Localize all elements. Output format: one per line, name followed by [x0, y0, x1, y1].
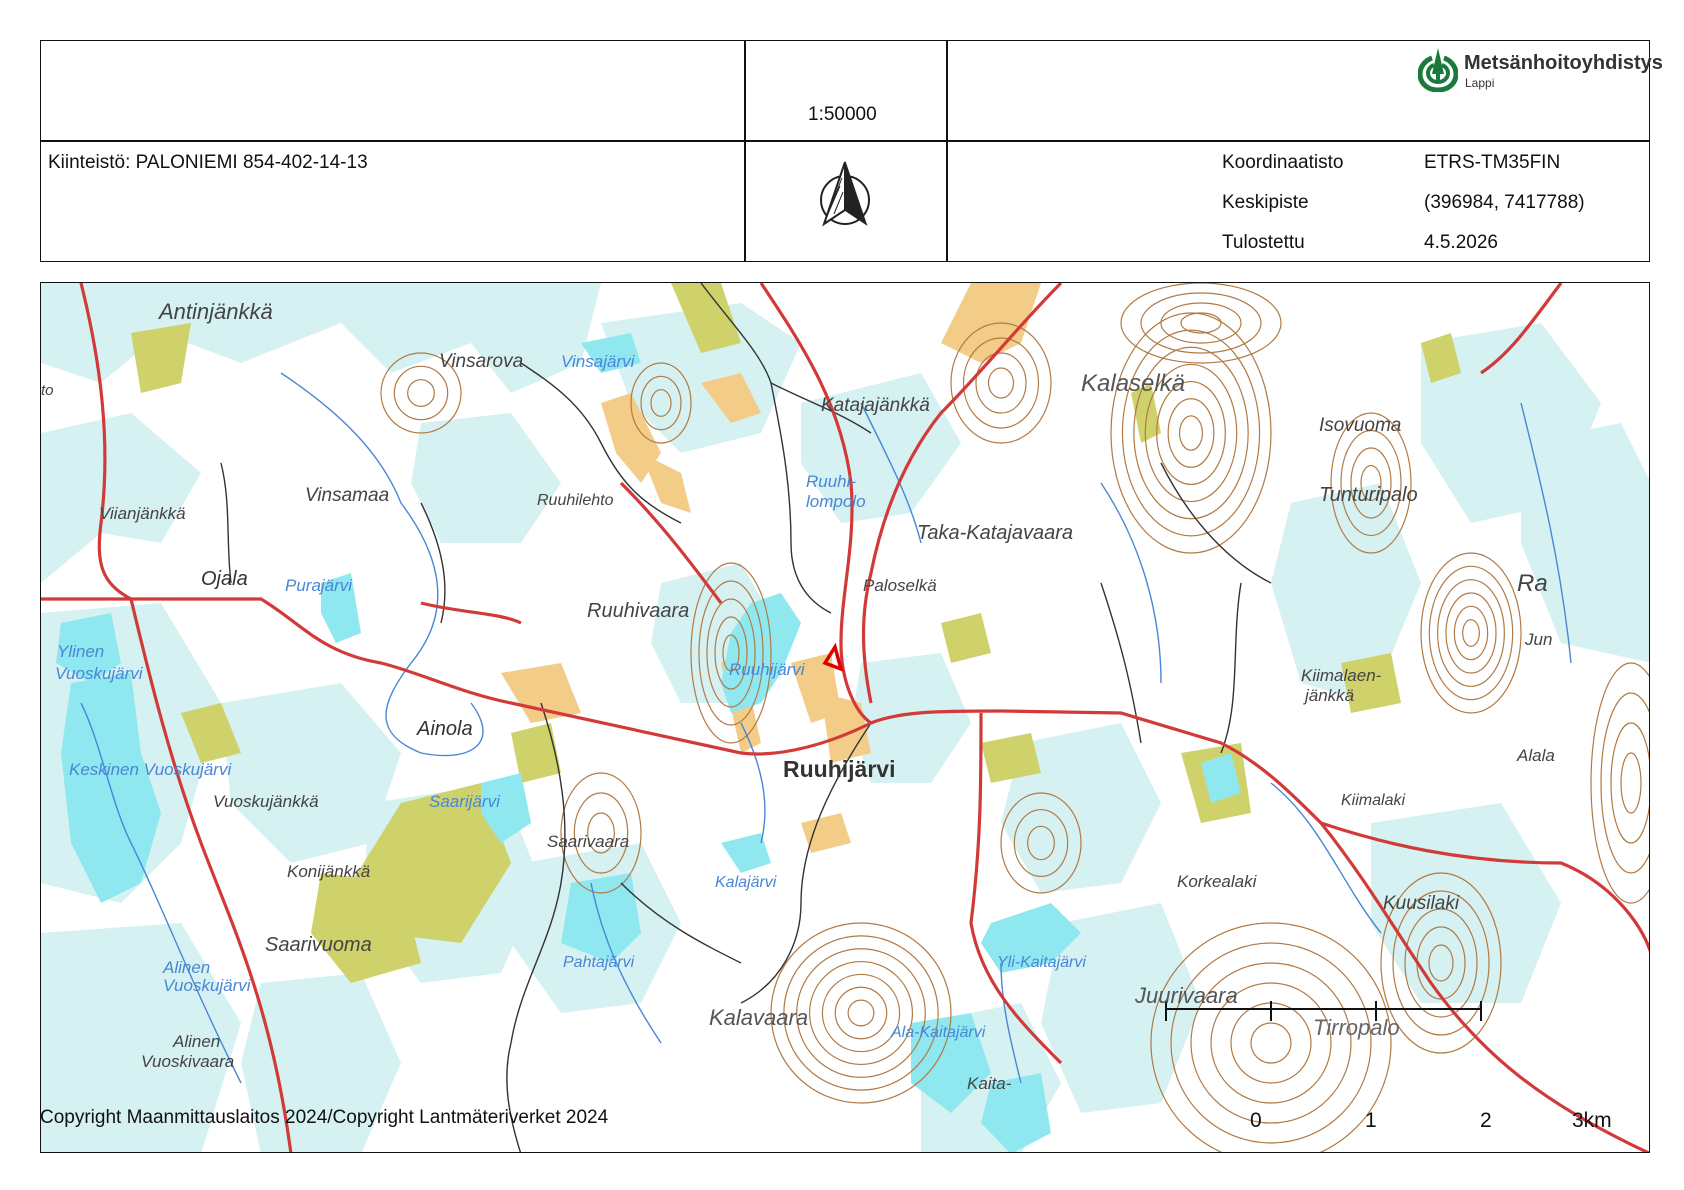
property-title: Kiinteistö: PALONIEMI 854-402-14-13: [48, 152, 368, 173]
contour-line: [1110, 312, 1272, 554]
north-arrow-icon: [820, 161, 870, 227]
map-frame[interactable]: Antinjänkkä Vinsarova Vinsajärvi Katajajänk…: [40, 282, 1650, 1153]
contour-line: [1437, 579, 1505, 687]
place-label: Vinsarova: [439, 351, 523, 372]
contour-line: [393, 365, 449, 421]
place-label: Katajajänkkä: [821, 395, 930, 416]
place-label: Alinen: [162, 958, 210, 977]
contour-line: [847, 999, 875, 1027]
contour-line: [987, 367, 1015, 399]
contour-line: [975, 352, 1027, 414]
place-label: Juurivaara: [1134, 983, 1238, 1008]
place-label: Alala: [1516, 746, 1555, 765]
contour-line: [1462, 619, 1480, 647]
forest-logo-icon: [1418, 48, 1458, 92]
place-label: Kiimalaen-: [1301, 666, 1382, 685]
contour-line: [1600, 692, 1649, 874]
place-label: Alinen: [172, 1032, 220, 1051]
scalebar-tick-1: 1: [1365, 1109, 1377, 1132]
info-value-crs: ETRS-TM35FIN: [1424, 152, 1561, 173]
contour-line: [1428, 565, 1514, 701]
place-label: Taka-Katajavaara: [917, 522, 1073, 544]
place-label: Saarivaara: [547, 832, 629, 851]
place-label: Yli-Kaitajärvi: [997, 954, 1086, 971]
place-label: Kuusilaki: [1383, 893, 1460, 914]
place-label: Ruuhijärvi: [729, 660, 806, 679]
place-label: Kiimalaki: [1341, 792, 1405, 809]
place-label: Antinjänkkä: [157, 299, 273, 324]
info-label-center: Keskipiste: [1222, 192, 1309, 213]
logo-title: Metsänhoitoyhdistys: [1464, 52, 1663, 74]
place-label: Ainola: [416, 718, 473, 740]
place-label: Saarijärvi: [429, 792, 501, 811]
place-label: Kalaselkä: [1081, 370, 1185, 397]
info-label-printed: Tulostettu: [1222, 232, 1305, 253]
contour-line: [1178, 415, 1204, 451]
scalebar-tick-0: 0: [1250, 1109, 1262, 1132]
place-label: Saarivuoma: [265, 934, 372, 956]
contour-line: [1170, 942, 1372, 1144]
copyright-text: Copyright Maanmittauslaitos 2024/Copyrig…: [40, 1107, 609, 1128]
place-label: Purajärvi: [285, 576, 353, 595]
info-label-crs: Koordinaatisto: [1222, 152, 1344, 173]
info-value-printed: 4.5.2026: [1424, 232, 1498, 253]
contour-line: [834, 986, 888, 1040]
contour-line: [1180, 312, 1222, 334]
place-label: Pahtajärvi: [563, 954, 635, 971]
place-label: Kalavaara: [709, 1005, 808, 1030]
contour-line: [1620, 752, 1642, 814]
header-divider-v1: [744, 40, 746, 262]
village-label: Ruuhijärvi: [783, 756, 895, 782]
scale-text: 1:50000: [808, 104, 877, 125]
place-label: Ra: [1517, 570, 1548, 597]
place-label: Vuoskujärvi: [163, 976, 252, 995]
place-label: Tunturipalo: [1319, 484, 1418, 506]
place-label: Ala-Kaitajärvi: [890, 1024, 986, 1041]
topographic-map[interactable]: Antinjänkkä Vinsarova Vinsajärvi Katajajänk…: [41, 283, 1650, 1153]
place-label: Vuoskujärvi: [55, 664, 144, 683]
place-label: Vuoskivaara: [141, 1052, 234, 1071]
place-label: Vinsamaa: [305, 485, 389, 506]
place-label: Ylinen: [57, 642, 104, 661]
contour-line: [407, 379, 435, 407]
scalebar-tick-3: 3km: [1572, 1109, 1612, 1132]
place-label: Ojala: [201, 568, 248, 590]
property-parcel-outline: [822, 642, 844, 672]
place-label: Keskinen Vuoskujärvi: [69, 760, 232, 779]
contour-line: [821, 973, 901, 1053]
logo-subtitle: Lappi: [1465, 76, 1495, 90]
place-label: Viianjänkkä: [99, 504, 186, 523]
place-label: Isovuoma: [1319, 415, 1401, 436]
place-label: Vuoskujänkkä: [213, 792, 319, 811]
contour-line: [808, 960, 914, 1066]
contour-line: [1610, 722, 1649, 844]
place-label: jänkkä: [1303, 686, 1354, 705]
place-label: Kalajärvi: [715, 874, 777, 891]
place-label: Ruuhilehto: [537, 492, 614, 509]
place-label: Vinsajärvi: [561, 352, 636, 371]
scalebar-tick-2: 2: [1480, 1109, 1492, 1132]
place-label: Korkealaki: [1177, 872, 1258, 891]
place-label: Ruuhivaara: [587, 600, 689, 622]
contour-line: [1445, 592, 1497, 674]
place-label: lompolo: [806, 492, 866, 511]
place-label: Ruuhi-: [806, 472, 856, 491]
place-label: to: [41, 382, 54, 399]
header-divider-h: [40, 140, 1650, 142]
contour-line: [796, 948, 926, 1078]
header-divider-v2: [946, 40, 948, 262]
place-label: Paloselkä: [863, 576, 937, 595]
info-value-center: (396984, 7417788): [1424, 192, 1585, 213]
contour-line: [1250, 1022, 1292, 1064]
contour-line: [1453, 605, 1489, 661]
contour-line: [1167, 398, 1215, 468]
place-label: Konijänkkä: [287, 862, 370, 881]
contour-line: [1160, 302, 1242, 344]
place-label: Kaita-: [967, 1074, 1012, 1093]
place-label: Tirropalo: [1313, 1015, 1400, 1040]
place-label: Jun: [1524, 630, 1552, 649]
contour-line: [1420, 552, 1522, 714]
contour-line: [1120, 283, 1282, 364]
